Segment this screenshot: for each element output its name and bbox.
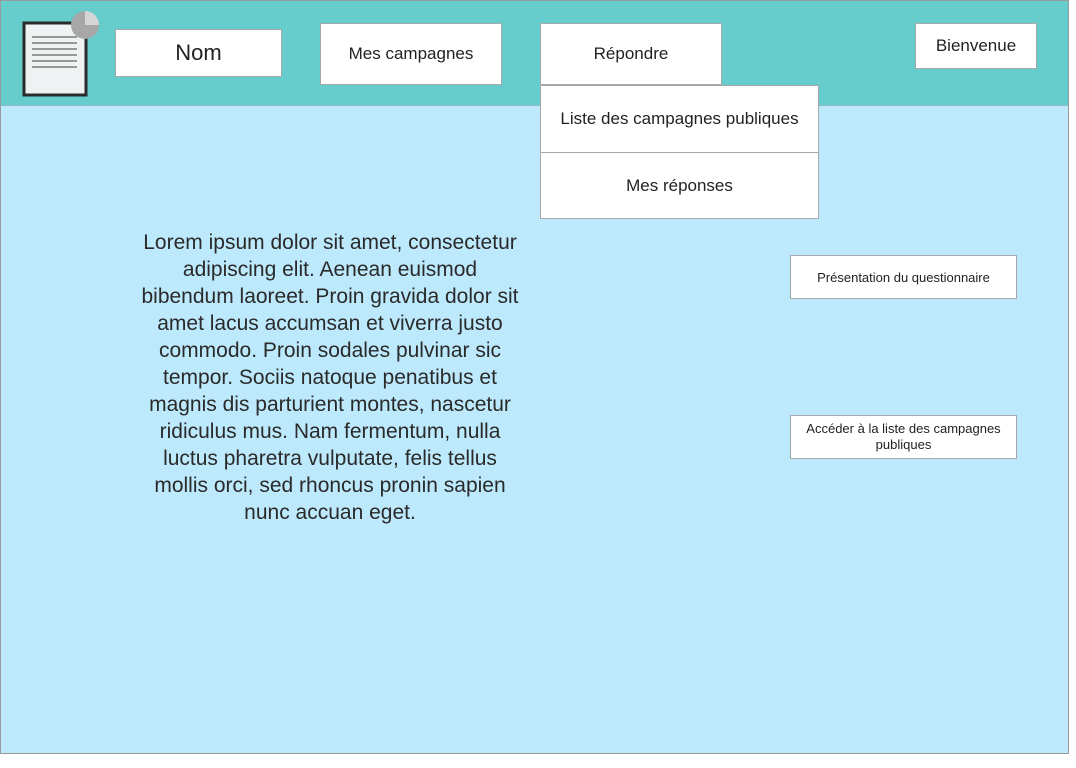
repondre-button[interactable]: Répondre (540, 23, 722, 85)
document-chart-icon[interactable] (22, 11, 102, 99)
bienvenue-button[interactable]: Bienvenue (915, 23, 1037, 69)
header-bar: Nom Mes campagnes Répondre Bienvenue (1, 1, 1068, 106)
nom-button[interactable]: Nom (115, 29, 282, 77)
dropdown-item-campagnes-publiques[interactable]: Liste des campagnes publiques (540, 85, 819, 153)
acceder-campagnes-publiques-button[interactable]: Accéder à la liste des campagnes publiqu… (790, 415, 1017, 459)
mes-campagnes-button[interactable]: Mes campagnes (320, 23, 502, 85)
dropdown-item-mes-reponses[interactable]: Mes réponses (540, 152, 819, 219)
intro-text: Lorem ipsum dolor sit amet, consectetur … (141, 231, 519, 524)
page-frame: Nom Mes campagnes Répondre Bienvenue Lis… (0, 0, 1069, 754)
presentation-questionnaire-button[interactable]: Présentation du questionnaire (790, 255, 1017, 299)
